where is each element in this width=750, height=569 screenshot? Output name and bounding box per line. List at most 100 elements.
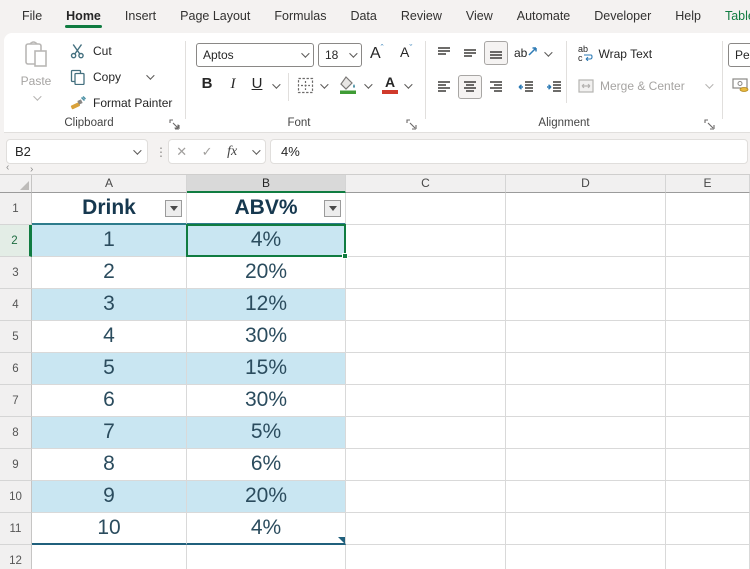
row-header-5[interactable]: 5 bbox=[0, 321, 32, 353]
cut-button[interactable]: Cut bbox=[70, 43, 112, 59]
filter-button-drink[interactable] bbox=[165, 200, 182, 217]
bottom-align-button[interactable] bbox=[484, 41, 508, 65]
cell-A8[interactable]: 7 bbox=[32, 417, 187, 449]
alignment-dialog-launcher-icon[interactable] bbox=[704, 119, 715, 130]
orientation-button[interactable]: ab bbox=[514, 45, 539, 60]
cell-E5[interactable] bbox=[666, 321, 750, 353]
cell-B3[interactable]: 20% bbox=[187, 257, 346, 289]
font-dialog-launcher-icon[interactable] bbox=[406, 119, 417, 130]
top-align-button[interactable] bbox=[432, 41, 456, 65]
cell-E12[interactable] bbox=[666, 545, 750, 569]
number-format-combo[interactable]: Per bbox=[728, 43, 750, 67]
cell-B4[interactable]: 12% bbox=[187, 289, 346, 321]
cell-A6[interactable]: 5 bbox=[32, 353, 187, 385]
cell-A9[interactable]: 8 bbox=[32, 449, 187, 481]
fill-color-chevron-icon[interactable] bbox=[364, 80, 372, 88]
cell-A10[interactable]: 9 bbox=[32, 481, 187, 513]
accounting-format-button[interactable] bbox=[732, 77, 750, 98]
wrap-text-button[interactable]: ab c Wrap Text bbox=[578, 45, 652, 62]
font-color-chevron-icon[interactable] bbox=[404, 80, 412, 88]
table-resize-handle[interactable] bbox=[338, 537, 345, 544]
cell-D2[interactable] bbox=[506, 225, 666, 257]
cell-C8[interactable] bbox=[346, 417, 506, 449]
tab-data[interactable]: Data bbox=[349, 2, 377, 30]
font-size-combo[interactable]: 18 bbox=[318, 43, 362, 67]
cell-E4[interactable] bbox=[666, 289, 750, 321]
decrease-indent-button[interactable] bbox=[514, 75, 538, 99]
font-name-combo[interactable]: Aptos bbox=[196, 43, 314, 67]
cell-C6[interactable] bbox=[346, 353, 506, 385]
fill-color-button[interactable] bbox=[338, 75, 358, 100]
cell-C5[interactable] bbox=[346, 321, 506, 353]
cell-B10[interactable]: 20% bbox=[187, 481, 346, 513]
cell-B6[interactable]: 15% bbox=[187, 353, 346, 385]
cell-B12[interactable] bbox=[187, 545, 346, 569]
row-header-10[interactable]: 10 bbox=[0, 481, 32, 513]
row-header-2[interactable]: 2 bbox=[0, 225, 32, 257]
insert-function-button[interactable]: fx bbox=[227, 144, 237, 160]
row-header-6[interactable]: 6 bbox=[0, 353, 32, 385]
borders-button[interactable] bbox=[297, 77, 314, 99]
formula-bar-dots-icon[interactable]: ⋮ bbox=[155, 145, 167, 159]
cell-D5[interactable] bbox=[506, 321, 666, 353]
cell-A7[interactable]: 6 bbox=[32, 385, 187, 417]
cell-E3[interactable] bbox=[666, 257, 750, 289]
cell-D10[interactable] bbox=[506, 481, 666, 513]
cell-D11[interactable] bbox=[506, 513, 666, 545]
tab-table-design[interactable]: Table Design bbox=[724, 2, 750, 30]
increase-font-size-button[interactable]: Aˆ bbox=[370, 43, 384, 63]
cell-E8[interactable] bbox=[666, 417, 750, 449]
tab-help[interactable]: Help bbox=[674, 2, 702, 30]
row-header-9[interactable]: 9 bbox=[0, 449, 32, 481]
cell-C2[interactable] bbox=[346, 225, 506, 257]
decrease-font-size-button[interactable]: Aˇ bbox=[400, 43, 412, 60]
row-header-7[interactable]: 7 bbox=[0, 385, 32, 417]
cell-A3[interactable]: 2 bbox=[32, 257, 187, 289]
tab-developer[interactable]: Developer bbox=[593, 2, 652, 30]
tab-automate[interactable]: Automate bbox=[516, 2, 572, 30]
column-header-C[interactable]: C bbox=[346, 175, 506, 193]
cell-E1[interactable] bbox=[666, 193, 750, 225]
cell-C11[interactable] bbox=[346, 513, 506, 545]
row-header-1[interactable]: 1 bbox=[0, 193, 32, 225]
cell-D3[interactable] bbox=[506, 257, 666, 289]
tab-insert[interactable]: Insert bbox=[124, 2, 157, 30]
cell-C9[interactable] bbox=[346, 449, 506, 481]
cell-C1[interactable] bbox=[346, 193, 506, 225]
clipboard-dialog-launcher-icon[interactable] bbox=[169, 119, 180, 130]
enter-button[interactable]: ✓ bbox=[202, 144, 213, 160]
tab-home[interactable]: Home bbox=[65, 2, 102, 30]
cell-D12[interactable] bbox=[506, 545, 666, 569]
align-left-button[interactable] bbox=[432, 75, 456, 99]
cancel-button[interactable]: ✕ bbox=[176, 144, 187, 160]
increase-indent-button[interactable] bbox=[542, 75, 566, 99]
middle-align-button[interactable] bbox=[458, 41, 482, 65]
row-header-4[interactable]: 4 bbox=[0, 289, 32, 321]
underline-button[interactable]: U bbox=[246, 75, 268, 93]
merge-center-button[interactable]: Merge & Center bbox=[578, 79, 711, 93]
tab-review[interactable]: Review bbox=[400, 2, 443, 30]
cell-C10[interactable] bbox=[346, 481, 506, 513]
formula-input[interactable]: 4% bbox=[270, 139, 748, 164]
cell-C7[interactable] bbox=[346, 385, 506, 417]
cell-D4[interactable] bbox=[506, 289, 666, 321]
cell-A11[interactable]: 10 bbox=[32, 513, 187, 545]
fx-chevron-icon[interactable] bbox=[252, 146, 260, 154]
tab-file[interactable]: File bbox=[21, 2, 43, 30]
cell-B5[interactable]: 30% bbox=[187, 321, 346, 353]
cell-E6[interactable] bbox=[666, 353, 750, 385]
cell-D7[interactable] bbox=[506, 385, 666, 417]
cell-D8[interactable] bbox=[506, 417, 666, 449]
cell-E10[interactable] bbox=[666, 481, 750, 513]
name-box[interactable]: B2 bbox=[6, 139, 148, 164]
cell-A4[interactable]: 3 bbox=[32, 289, 187, 321]
cell-B1[interactable]: ABV% bbox=[187, 193, 346, 225]
cell-A1[interactable]: Drink bbox=[32, 193, 187, 225]
column-header-B[interactable]: B bbox=[187, 175, 346, 193]
cell-B7[interactable]: 30% bbox=[187, 385, 346, 417]
paste-button[interactable]: Paste bbox=[10, 39, 62, 115]
cell-E11[interactable] bbox=[666, 513, 750, 545]
bold-button[interactable]: B bbox=[194, 75, 220, 93]
copy-button[interactable]: Copy bbox=[70, 69, 152, 85]
center-button[interactable] bbox=[458, 75, 482, 99]
